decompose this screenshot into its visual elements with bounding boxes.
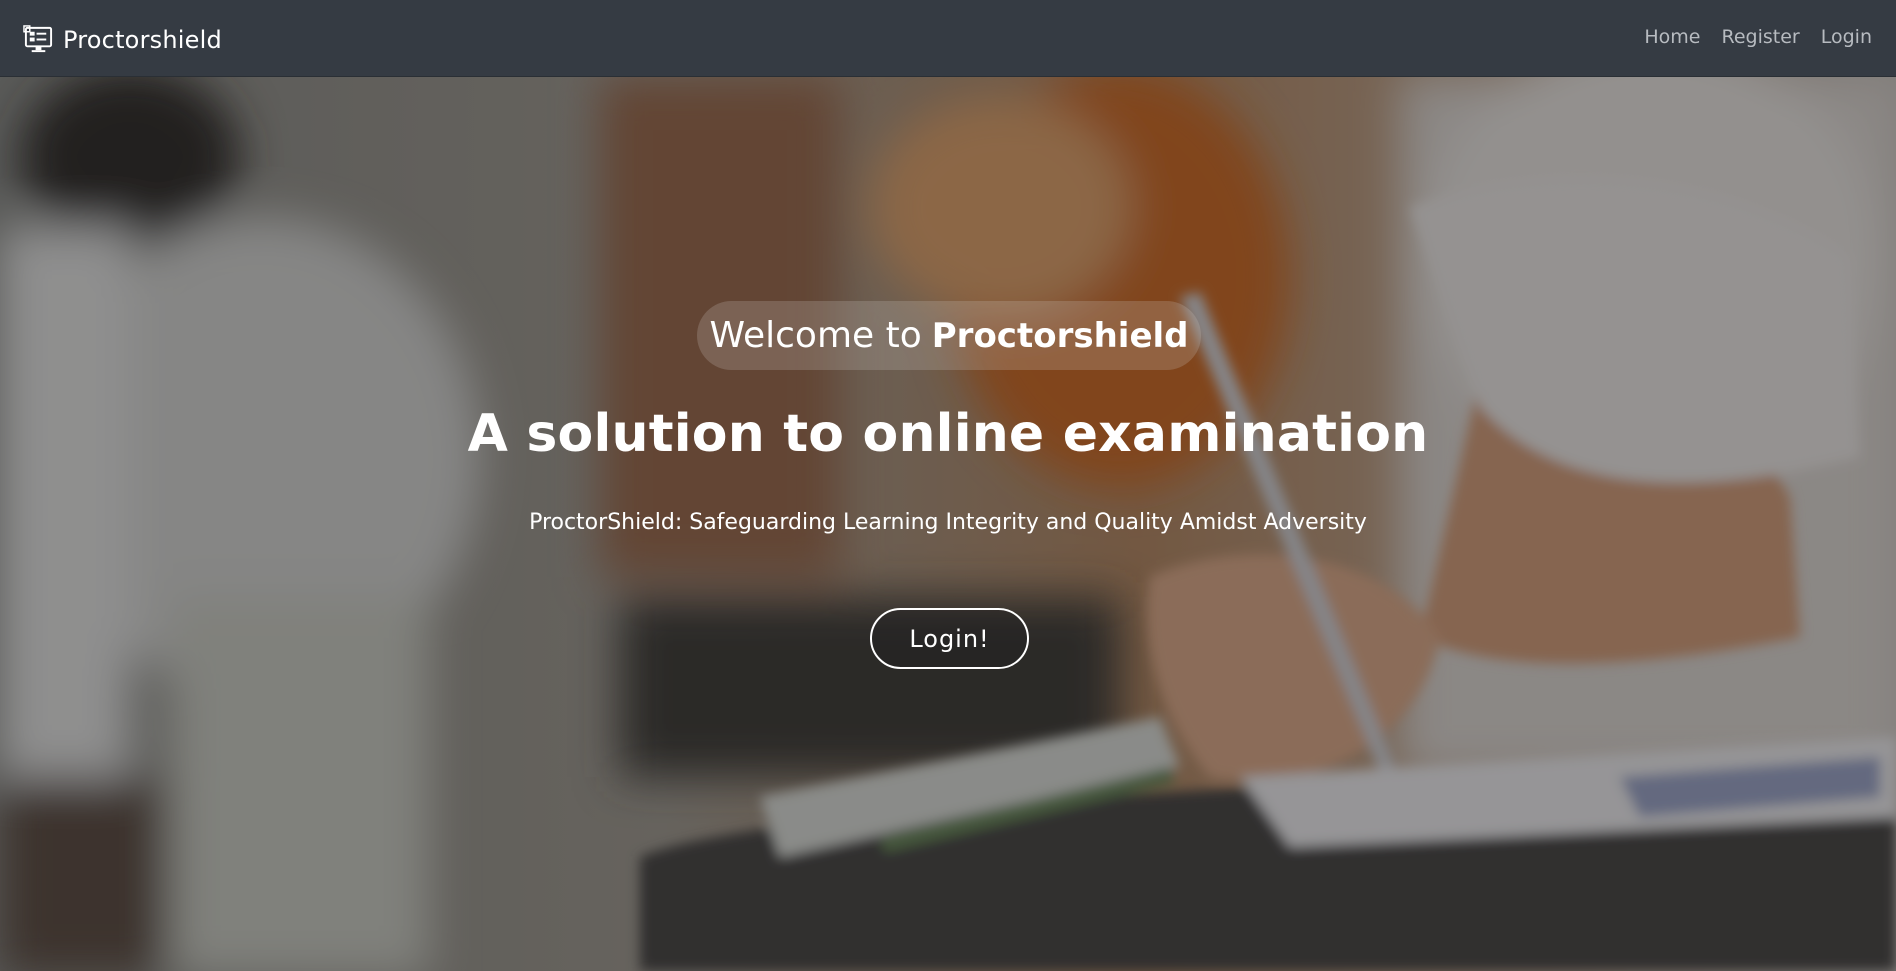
nav-link-register[interactable]: Register	[1722, 26, 1800, 48]
top-navbar: Proctorshield Home Register Login	[0, 0, 1896, 77]
welcome-brand: Proctorshield	[931, 315, 1189, 356]
welcome-prefix: Welcome to	[709, 315, 922, 356]
welcome-pill: Welcome to Proctorshield	[697, 301, 1201, 370]
hero-section: Welcome to Proctorshield A solution to o…	[0, 77, 1896, 971]
nav-link-home[interactable]: Home	[1644, 26, 1700, 48]
hero-title: A solution to online examination	[467, 404, 1429, 464]
page: Proctorshield Home Register Login Welcom…	[0, 0, 1896, 971]
brand-name: Proctorshield	[63, 25, 222, 54]
nav-link-login[interactable]: Login	[1821, 26, 1872, 48]
nav-links: Home Register Login	[1644, 26, 1872, 48]
hero-subtitle: ProctorShield: Safeguarding Learning Int…	[529, 510, 1367, 535]
computer-monitor-icon	[23, 25, 53, 53]
login-cta-button[interactable]: Login!	[870, 608, 1029, 669]
brand-link[interactable]: Proctorshield	[23, 24, 222, 55]
